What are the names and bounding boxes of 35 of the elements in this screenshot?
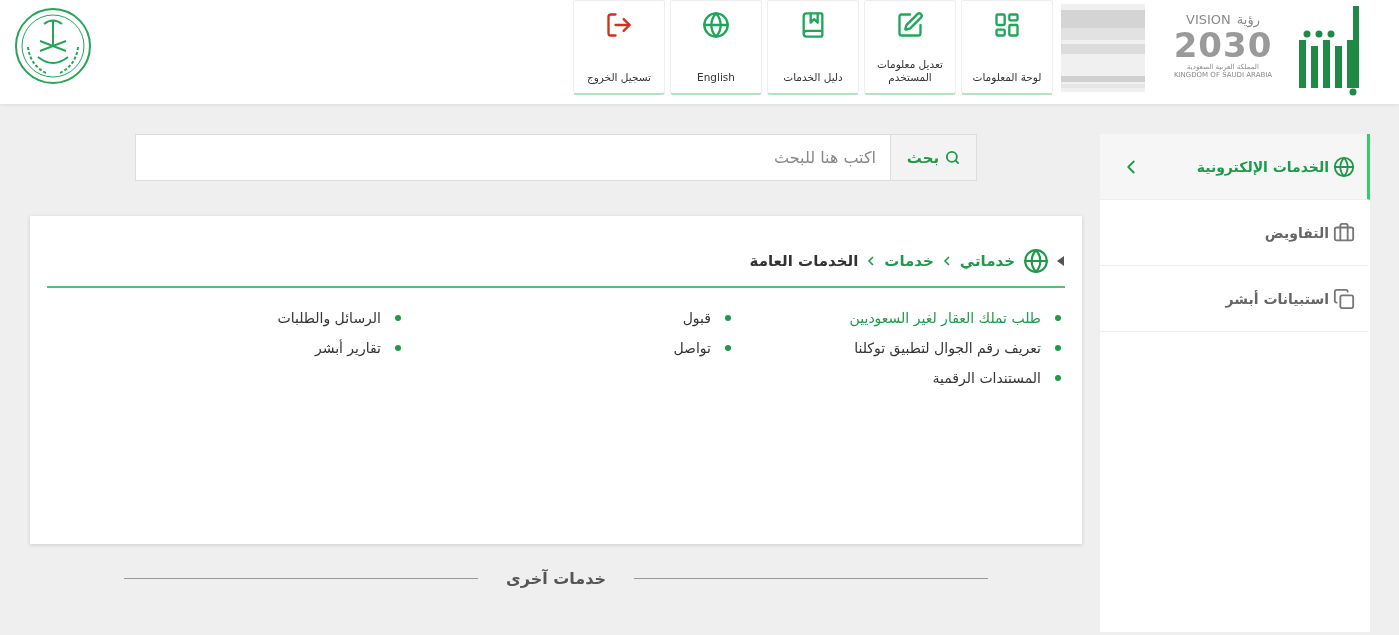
bullet-icon — [1055, 345, 1061, 351]
nav-tile[interactable]: تعديل معلومات المستخدم — [864, 0, 956, 95]
nav-tile[interactable]: لوحة المعلومات — [961, 0, 1053, 95]
nav-tile[interactable]: تسجيل الخروج — [573, 0, 665, 95]
breadcrumb-link[interactable]: خدمات — [884, 252, 934, 270]
documents-icon — [1333, 287, 1355, 310]
edit-icon — [896, 11, 924, 39]
bullet-icon — [1055, 315, 1061, 321]
service-link[interactable]: المستندات الرقمية — [932, 370, 1041, 386]
breadcrumb-link[interactable]: خدماتي — [959, 252, 1015, 270]
chevron-icon — [866, 255, 877, 267]
logout-icon — [605, 11, 633, 39]
dashboard-icon — [993, 11, 1021, 39]
service-link[interactable]: قبول — [682, 310, 711, 326]
chevron-icon — [941, 255, 952, 267]
nav-tile[interactable]: دليل الخدمات — [767, 0, 859, 95]
service-link[interactable]: تقارير أبشر — [314, 340, 381, 356]
bullet-icon — [1055, 375, 1061, 381]
breadcrumb-current: الخدمات العامة — [749, 252, 859, 270]
nav-tile[interactable]: English — [670, 0, 762, 95]
bullet-icon — [725, 345, 731, 351]
service-link[interactable]: تواصل — [673, 340, 711, 356]
globe-icon — [1333, 155, 1355, 178]
bullet-icon — [395, 345, 401, 351]
caret-icon — [1057, 256, 1065, 266]
bullet-icon — [725, 315, 731, 321]
section-title: خدمات آخرى — [506, 569, 606, 588]
globe-icon — [702, 11, 730, 39]
service-link[interactable]: تعريف رقم الجوال لتطبيق توكلنا — [854, 340, 1041, 356]
service-link[interactable]: طلب تملك العقار لغير السعوديين — [849, 310, 1041, 326]
globe-icon — [1023, 248, 1049, 274]
search-icon — [945, 150, 961, 165]
briefcase-icon — [1333, 221, 1355, 244]
service-link[interactable]: الرسائل والطلبات — [277, 310, 381, 326]
bullet-icon — [395, 315, 401, 321]
